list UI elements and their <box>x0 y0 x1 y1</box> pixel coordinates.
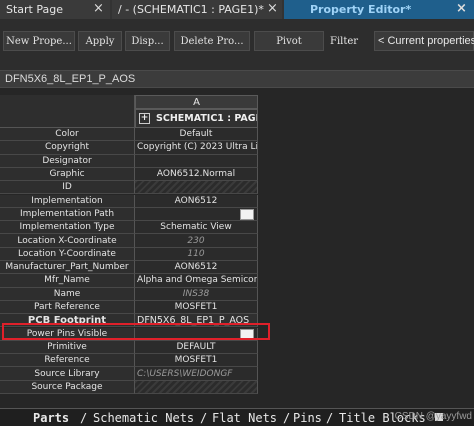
property-value-cell[interactable]: Copyright (C) 2023 Ultra Libr <box>135 141 258 155</box>
property-value-cell[interactable]: INS38 <box>135 287 258 301</box>
property-name-cell[interactable]: Color <box>0 128 135 142</box>
filter-label: Filter <box>330 35 359 47</box>
property-value-cell[interactable]: 110 <box>135 247 258 261</box>
property-name-cell[interactable]: Copyright <box>0 141 135 155</box>
property-value-cell[interactable]: Schematic View <box>135 221 258 235</box>
property-value-cell[interactable]: C:\USERS\WEIDONGF <box>135 367 258 381</box>
property-value-cell[interactable] <box>135 181 258 195</box>
property-value-cell[interactable]: DFN5X6_8L_EP1_P_AOS <box>135 314 258 328</box>
grid-header-spacer <box>0 109 135 128</box>
column-header-letter[interactable]: A <box>135 95 258 109</box>
tab-separator: / <box>283 410 291 425</box>
property-value-cell[interactable]: AON6512 <box>135 261 258 275</box>
property-value-cell[interactable]: Default <box>135 128 258 142</box>
property-name-cell[interactable]: Location X-Coordinate <box>0 234 135 248</box>
property-value-cell[interactable] <box>135 154 258 168</box>
property-name-cell[interactable]: PCB Footprint <box>0 314 135 328</box>
property-name-cell[interactable]: Name <box>0 287 135 301</box>
property-name-cell[interactable]: Manufacturer_Part_Number <box>0 261 135 275</box>
bottom-tab-bar: Parts / Schematic Nets / Flat Nets / Pin… <box>0 408 474 426</box>
property-name-cell[interactable]: Implementation Path <box>0 207 135 222</box>
property-name-cell[interactable]: Graphic <box>0 167 135 182</box>
tab-label: / - (SCHEMATIC1 : PAGE1)* <box>118 3 264 16</box>
new-property-button[interactable]: New Prope... <box>3 31 75 51</box>
tab-separator: / <box>80 410 88 425</box>
property-name-cell[interactable]: Part Reference <box>0 300 135 315</box>
property-name-cell[interactable]: Source Library <box>0 367 135 381</box>
watermark: CSDN @yayyfwd <box>394 411 472 422</box>
apply-button[interactable]: Apply <box>78 31 122 51</box>
tab-flat-nets[interactable]: Flat Nets <box>212 410 277 425</box>
checkbox[interactable] <box>240 328 254 340</box>
property-value-cell[interactable]: AON6512 <box>135 194 258 208</box>
property-name-cell[interactable]: ID <box>0 181 135 195</box>
tab-label: Start Page <box>6 3 63 16</box>
property-name-cell[interactable]: Reference <box>0 354 135 368</box>
close-icon[interactable]: × <box>456 1 467 17</box>
part-name-bar[interactable]: DFN5X6_8L_EP1_P_AOS <box>0 70 474 88</box>
tab-pins[interactable]: Pins <box>293 410 322 425</box>
tab-separator: / <box>326 410 334 425</box>
column-header-schematic[interactable]: + SCHEMATIC1 : PAGE1 <box>135 109 258 128</box>
column-header-label: SCHEMATIC1 : PAGE1 <box>156 113 258 124</box>
property-value-cell[interactable]: MOSFET1 <box>135 300 258 315</box>
tab-schematic-page[interactable]: / - (SCHEMATIC1 : PAGE1)* × <box>112 0 282 19</box>
property-name-cell[interactable]: Location Y-Coordinate <box>0 247 135 261</box>
tab-schematic-nets[interactable]: Schematic Nets <box>93 410 194 425</box>
property-name-cell[interactable]: Implementation <box>0 194 135 208</box>
tab-start-page[interactable]: Start Page × <box>0 0 110 19</box>
expand-icon[interactable]: + <box>139 113 150 124</box>
property-value-cell[interactable]: 230 <box>135 234 258 248</box>
tab-parts[interactable]: Parts <box>33 410 69 425</box>
property-name-cell[interactable]: Designator <box>0 154 135 168</box>
tab-separator: / <box>200 410 208 425</box>
close-icon[interactable]: × <box>93 1 104 17</box>
property-value-cell[interactable]: AON6512.Normal <box>135 167 258 182</box>
tab-label: Property Editor* <box>310 3 412 16</box>
property-name-cell[interactable]: Mfr_Name <box>0 274 135 288</box>
property-value-cell[interactable]: MOSFET1 <box>135 354 258 368</box>
filter-select[interactable]: < Current properties > <box>374 31 474 51</box>
close-icon[interactable]: × <box>267 1 278 17</box>
pivot-button[interactable]: Pivot <box>254 31 324 51</box>
delete-property-button[interactable]: Delete Pro... <box>174 31 250 51</box>
property-value-cell[interactable]: Alpha and Omega Semicond <box>135 274 258 288</box>
property-name-cell[interactable]: Power Pins Visible <box>0 327 135 341</box>
property-name-cell[interactable]: Primitive <box>0 340 135 355</box>
checkbox[interactable] <box>240 208 254 220</box>
property-value-cell[interactable] <box>135 380 258 394</box>
document-tab-bar: Start Page × / - (SCHEMATIC1 : PAGE1)* ×… <box>0 0 474 20</box>
tab-property-editor[interactable]: Property Editor* × <box>284 0 474 19</box>
display-button[interactable]: Disp... <box>125 31 170 51</box>
property-value-cell[interactable]: DEFAULT <box>135 340 258 355</box>
property-name-cell[interactable]: Source Package <box>0 380 135 394</box>
grid-corner <box>0 95 135 110</box>
property-name-cell[interactable]: Implementation Type <box>0 221 135 235</box>
